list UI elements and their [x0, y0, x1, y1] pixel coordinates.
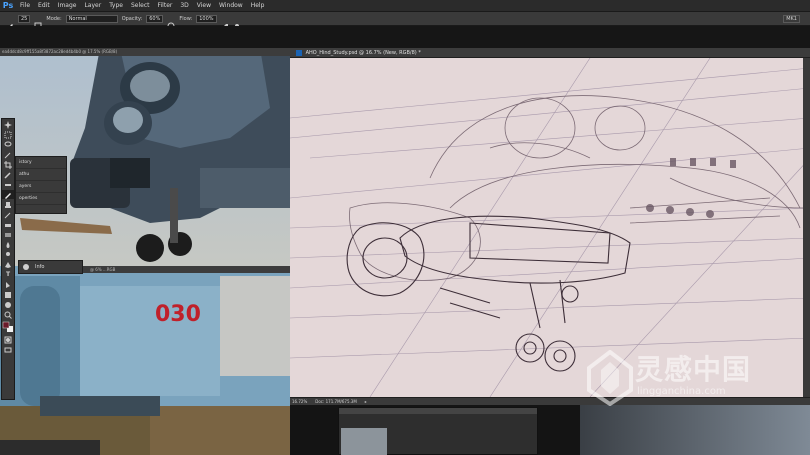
floating-window [338, 407, 538, 455]
eyedropper-tool-icon[interactable] [2, 170, 14, 179]
jet-photo: 030 [0, 266, 290, 455]
menu-file[interactable]: File [16, 0, 34, 12]
options-bar: 25 Mode: Normal Opacity: 60% Flow: 100% … [0, 12, 810, 30]
helicopter-sketch [290, 58, 810, 397]
document-status-bar: 16.72% Doc: 171.7M/675.3M ▸ [290, 397, 810, 405]
helicopter-photo-fragment [580, 405, 810, 455]
flow-input[interactable]: 100% [196, 14, 217, 23]
left-bottom-document-tab[interactable]: @ 6% ...RGB [70, 266, 290, 273]
dodge-tool-icon[interactable] [2, 250, 14, 259]
menu-3d[interactable]: 3D [176, 0, 192, 12]
panel-properties[interactable]: operties [16, 193, 66, 205]
zoom-level[interactable]: 16.72% [292, 398, 307, 405]
collapsed-panels: istory athu ayers operties [15, 156, 67, 214]
lasso-tool-icon[interactable] [2, 140, 14, 149]
status-menu-arrow-icon[interactable]: ▸ [365, 398, 367, 405]
tools-panel: T [1, 118, 15, 400]
menu-edit[interactable]: Edit [34, 0, 54, 12]
gradient-tool-icon[interactable] [2, 230, 14, 239]
eraser-tool-icon[interactable] [2, 220, 14, 229]
pen-tool-icon[interactable] [2, 260, 14, 269]
menu-help[interactable]: Help [247, 0, 269, 12]
document-icon [296, 49, 302, 56]
hand-tool-icon[interactable] [2, 300, 14, 309]
mode-select[interactable]: Normal [65, 14, 118, 23]
floating-window-thumbnail [341, 428, 387, 455]
menu-view[interactable]: View [193, 0, 215, 12]
mode-label: Mode: [46, 15, 62, 22]
screen-mode-icon[interactable] [2, 345, 14, 354]
photoshop-window: Ps File Edit Image Layer Type Select Fil… [0, 0, 810, 455]
menu-layer[interactable]: Layer [80, 0, 105, 12]
info-label: Info [35, 264, 45, 270]
brush-tool-icon[interactable] [6, 15, 14, 30]
menu-select[interactable]: Select [127, 0, 154, 12]
menu-bar: Ps File Edit Image Layer Type Select Fil… [0, 0, 810, 12]
blur-tool-icon[interactable] [2, 240, 14, 249]
quick-select-tool-icon[interactable] [2, 150, 14, 159]
clone-stamp-tool-icon[interactable] [2, 200, 14, 209]
minimized-window-strip [0, 440, 100, 455]
pressure-opacity-icon[interactable] [167, 15, 175, 29]
active-document-title: AHO_Hind_Study.psd @ 16.7% (New, RGB/8) … [305, 50, 421, 56]
brush-tool-icon[interactable] [2, 190, 14, 199]
opacity-label: Opacity: [121, 15, 143, 22]
reference-photo-jet: 030 [0, 266, 290, 455]
path-selection-tool-icon[interactable] [2, 280, 14, 289]
healing-brush-tool-icon[interactable] [2, 180, 14, 189]
menu-type[interactable]: Type [105, 0, 127, 12]
background-windows [290, 405, 810, 455]
document-size[interactable]: Doc: 171.7M/675.3M [315, 398, 357, 405]
brush-size-picker[interactable]: 25 [18, 14, 31, 23]
left-document-tab[interactable]: ea4ddcd8c9ff155a8f3872ac28ed4b4b0 @ 17.5… [0, 48, 290, 56]
crop-tool-icon[interactable] [2, 160, 14, 169]
foreground-color-swatch[interactable] [2, 320, 14, 334]
flow-label: Flow: [179, 15, 193, 22]
airbrush-icon[interactable] [221, 15, 229, 30]
info-icon [23, 264, 29, 270]
shape-tool-icon[interactable] [2, 290, 14, 299]
pressure-size-icon[interactable] [233, 15, 241, 28]
marquee-tool-icon[interactable] [2, 130, 14, 139]
history-brush-tool-icon[interactable] [2, 210, 14, 219]
panel-dock-strip [0, 26, 810, 48]
drawing-canvas[interactable] [290, 58, 810, 397]
jet-number-marking: 030 [155, 302, 201, 327]
move-tool-icon[interactable] [2, 120, 14, 129]
type-tool-icon[interactable]: T [2, 270, 14, 279]
panel-history[interactable]: istory [16, 157, 66, 169]
panel-paths[interactable]: athu [16, 169, 66, 181]
photoshop-logo: Ps [2, 0, 14, 10]
menu-image[interactable]: Image [54, 0, 81, 12]
menu-window[interactable]: Window [215, 0, 247, 12]
panel-layers[interactable]: ayers [16, 181, 66, 193]
opacity-input[interactable]: 60% [146, 14, 164, 23]
quick-mask-icon[interactable] [2, 335, 14, 344]
info-panel[interactable]: Info [18, 260, 83, 274]
canvas-vertical-scrollbar[interactable] [803, 58, 810, 397]
workspace-switcher[interactable]: MK1 [783, 14, 800, 23]
zoom-tool-icon[interactable] [2, 310, 14, 319]
floating-window-titlebar[interactable] [339, 408, 537, 414]
menu-filter[interactable]: Filter [154, 0, 177, 12]
brush-panel-icon[interactable] [34, 15, 42, 29]
active-document-tab[interactable]: AHO_Hind_Study.psd @ 16.7% (New, RGB/8) … [290, 48, 810, 58]
